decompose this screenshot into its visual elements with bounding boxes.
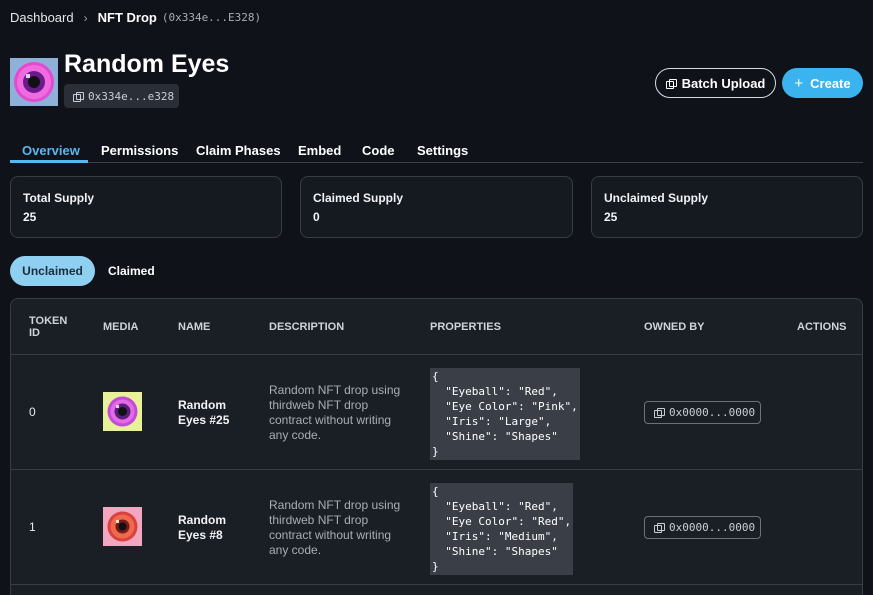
breadcrumb: Dashboard › NFT Drop (0x334e...E328) xyxy=(10,10,261,25)
column-actions: ACTIONS xyxy=(797,321,847,333)
column-name: NAME xyxy=(178,321,211,333)
plus-icon: + xyxy=(794,74,804,92)
owner-address-copy-button[interactable]: 0x0000...0000 xyxy=(644,401,761,424)
tab-permissions[interactable]: Permissions xyxy=(101,143,178,158)
active-tab-indicator xyxy=(10,160,88,163)
batch-upload-label: Batch Upload xyxy=(681,75,766,91)
nft-media xyxy=(103,507,142,546)
stat-value: 25 xyxy=(23,210,37,224)
stat-value: 0 xyxy=(313,210,320,224)
tab-settings[interactable]: Settings xyxy=(417,143,468,158)
contract-address-text: 0x334e...e328 xyxy=(88,89,175,103)
contract-address-copy-button[interactable]: 0x334e...e328 xyxy=(64,84,179,108)
copy-icon xyxy=(73,91,84,102)
stat-label: Claimed Supply xyxy=(313,191,404,205)
table-row[interactable]: 1 Random Eyes #8 Random NFT drop using t… xyxy=(11,470,862,585)
copy-icon xyxy=(654,523,665,533)
owner-address: 0x0000...0000 xyxy=(669,406,756,419)
copy-icon xyxy=(665,78,677,89)
nft-table: TOKEN ID MEDIA NAME DESCRIPTION PROPERTI… xyxy=(10,298,863,595)
tab-bar: Overview Permissions Claim Phases Embed … xyxy=(10,137,863,163)
stat-label: Unclaimed Supply xyxy=(604,191,709,205)
create-label: Create xyxy=(810,75,851,91)
tab-claim-phases[interactable]: Claim Phases xyxy=(196,143,281,158)
batch-upload-button[interactable]: Batch Upload xyxy=(655,68,776,98)
tab-overview[interactable]: Overview xyxy=(22,143,80,158)
page-title: Random Eyes xyxy=(64,50,230,78)
stat-total-supply: Total Supply 25 xyxy=(10,176,282,238)
nft-media xyxy=(103,392,142,431)
table-row[interactable]: 0 Random Eyes #25 Random NFT drop using … xyxy=(11,355,862,470)
breadcrumb-current: NFT Drop xyxy=(97,10,157,25)
nft-name: Random Eyes #8 xyxy=(178,513,226,542)
subtab-unclaimed[interactable]: Unclaimed xyxy=(10,256,95,286)
nft-description: Random NFT drop using thirdweb NFT drop … xyxy=(269,498,401,557)
token-id: 0 xyxy=(29,405,36,419)
column-description: DESCRIPTION xyxy=(269,321,345,333)
create-button[interactable]: + Create xyxy=(782,68,863,98)
nft-properties: { "Eyeball": "Red", "Eye Color": "Pink",… xyxy=(430,368,580,460)
owner-address-copy-button[interactable]: 0x0000...0000 xyxy=(644,516,761,539)
token-id: 1 xyxy=(29,520,36,534)
subtab-claimed[interactable]: Claimed xyxy=(108,264,155,278)
breadcrumb-dashboard-link[interactable]: Dashboard xyxy=(10,10,74,25)
column-properties: PROPERTIES xyxy=(430,321,501,333)
copy-icon xyxy=(654,408,665,418)
nft-description: Random NFT drop using thirdweb NFT drop … xyxy=(269,383,401,442)
owner-address: 0x0000...0000 xyxy=(669,521,756,534)
column-media: MEDIA xyxy=(103,321,139,333)
stat-claimed-supply: Claimed Supply 0 xyxy=(300,176,573,238)
nft-properties: { "Eyeball": "Red", "Eye Color": "Red", … xyxy=(430,483,574,575)
stat-value: 25 xyxy=(604,210,618,224)
breadcrumb-address: (0x334e...E328) xyxy=(161,11,262,24)
collection-image xyxy=(10,58,58,106)
column-token-id: TOKEN ID xyxy=(29,315,68,339)
tab-code[interactable]: Code xyxy=(362,143,395,158)
chevron-right-icon: › xyxy=(83,10,88,25)
table-header: TOKEN ID MEDIA NAME DESCRIPTION PROPERTI… xyxy=(11,299,862,355)
column-owned-by: OWNED BY xyxy=(644,321,705,333)
stat-unclaimed-supply: Unclaimed Supply 25 xyxy=(591,176,863,238)
stat-label: Total Supply xyxy=(23,191,95,205)
nft-name: Random Eyes #25 xyxy=(178,398,230,427)
tab-embed[interactable]: Embed xyxy=(298,143,341,158)
